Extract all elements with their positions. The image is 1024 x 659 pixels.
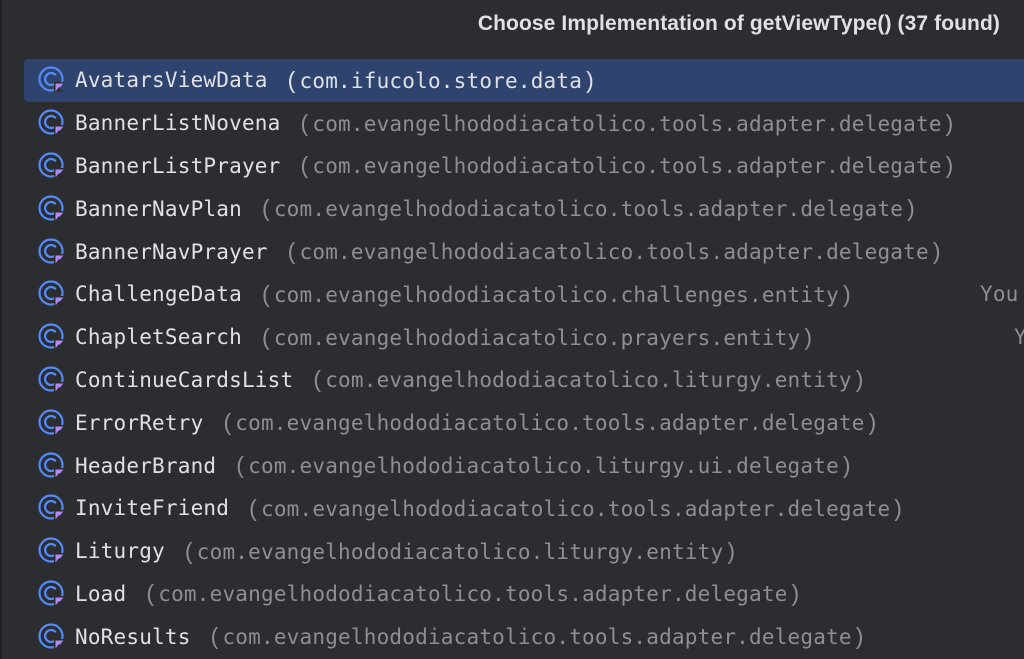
kotlin-class-icon — [37, 322, 67, 352]
kotlin-class-icon — [37, 194, 67, 224]
class-name: AvatarsViewData — [75, 68, 268, 93]
kotlin-class-icon — [37, 451, 67, 481]
implementation-list-item[interactable]: BannerNavPrayer (com.evangelhododiacatol… — [24, 230, 1024, 273]
kotlin-class-icon — [37, 493, 67, 523]
implementation-list-item[interactable]: Load (com.evangelhododiacatolico.tools.a… — [24, 573, 1024, 616]
package-text: com.evangelhododiacatolico.liturgy.ui.de… — [248, 454, 839, 479]
package-text: com.evangelhododiacatolico.tools.adapter… — [158, 582, 788, 607]
implementation-list-item[interactable]: BannerListNovena (com.evangelhododiacato… — [24, 102, 1024, 145]
package-name: (com.evangelhododiacatolico.tools.adapte… — [249, 494, 903, 521]
package-name: (com.evangelhododiacatolico.tools.adapte… — [223, 409, 877, 436]
package-name: (com.evangelhododiacatolico.liturgy.enti… — [184, 537, 736, 564]
implementation-list-item[interactable]: BannerNavPlan (com.evangelhododiacatolic… — [24, 187, 1024, 230]
package-text: com.evangelhododiacatolico.prayers.entit… — [273, 325, 801, 350]
popup-left-edge — [0, 0, 2, 659]
kotlin-class-icon — [37, 151, 67, 181]
kotlin-class-icon — [37, 622, 67, 652]
kotlin-class-icon — [37, 536, 67, 566]
kotlin-class-icon — [37, 365, 67, 395]
package-name: (com.ifucolo.store.data) — [287, 66, 594, 93]
class-name: BannerNavPlan — [75, 196, 242, 221]
package-name: (com.evangelhododiacatolico.liturgy.ui.d… — [236, 452, 851, 479]
class-name: ChapletSearch — [75, 325, 242, 350]
class-name: BannerListPrayer — [75, 153, 281, 178]
package-name: (com.evangelhododiacatolico.tools.adapte… — [210, 623, 864, 650]
package-text: com.evangelhododiacatolico.tools.adapter… — [312, 111, 942, 136]
package-name: (com.evangelhododiacatolico.tools.adapte… — [261, 195, 915, 222]
kotlin-class-icon — [37, 579, 67, 609]
class-name: Load — [75, 581, 127, 606]
class-name: ErrorRetry — [75, 410, 204, 435]
class-name: BannerListNovena — [75, 111, 281, 136]
implementation-list[interactable]: AvatarsViewData (com.ifucolo.store.data)… — [24, 59, 1024, 658]
package-name: (com.evangelhododiacatolico.liturgy.enti… — [313, 366, 864, 393]
class-name: Liturgy — [75, 539, 165, 564]
location-hint: You — [980, 282, 1019, 307]
kotlin-class-icon — [37, 237, 67, 267]
kotlin-class-icon — [37, 408, 67, 438]
package-name: (com.evangelhododiacatolico.challenges.e… — [261, 280, 851, 307]
implementation-list-item[interactable]: ChapletSearch (com.evangelhododiacatolic… — [24, 316, 1024, 359]
package-text: com.evangelhododiacatolico.tools.adapter… — [235, 411, 865, 436]
choose-implementation-popup: Choose Implementation of getViewType() (… — [0, 0, 1024, 659]
package-text: com.evangelhododiacatolico.liturgy.entit… — [196, 539, 724, 564]
implementation-list-item[interactable]: NoResults (com.evangelhododiacatolico.to… — [24, 615, 1024, 658]
implementation-list-item[interactable]: InviteFriend (com.evangelhododiacatolico… — [24, 487, 1024, 530]
kotlin-class-icon — [37, 108, 67, 138]
class-name: ContinueCardsList — [75, 367, 294, 392]
class-name: HeaderBrand — [75, 453, 217, 478]
class-name: ChallengeData — [75, 282, 242, 307]
implementation-list-item[interactable]: AvatarsViewData (com.ifucolo.store.data) — [24, 59, 1024, 102]
package-text: com.evangelhododiacatolico.liturgy.entit… — [325, 368, 852, 393]
implementation-list-item[interactable]: ContinueCardsList (com.evangelhododiacat… — [24, 359, 1024, 402]
package-text: com.evangelhododiacatolico.tools.adapter… — [222, 625, 852, 650]
package-name: (com.evangelhododiacatolico.tools.adapte… — [146, 580, 800, 607]
implementation-list-item[interactable]: ChallengeData (com.evangelhododiacatolic… — [24, 273, 1024, 316]
location-hint: Y — [1014, 325, 1024, 350]
package-text: com.evangelhododiacatolico.challenges.en… — [273, 282, 839, 307]
implementation-list-item[interactable]: Liturgy (com.evangelhododiacatolico.litu… — [24, 530, 1024, 573]
package-text: com.evangelhododiacatolico.tools.adapter… — [299, 240, 929, 265]
implementation-list-item[interactable]: ErrorRetry (com.evangelhododiacatolico.t… — [24, 401, 1024, 444]
implementation-list-item[interactable]: BannerListPrayer (com.evangelhododiacato… — [24, 145, 1024, 188]
class-name: InviteFriend — [75, 496, 230, 521]
package-name: (com.evangelhododiacatolico.prayers.enti… — [261, 323, 813, 350]
package-text: com.ifucolo.store.data — [299, 68, 583, 93]
package-name: (com.evangelhododiacatolico.tools.adapte… — [300, 109, 954, 136]
class-name: NoResults — [75, 624, 191, 649]
package-text: com.evangelhododiacatolico.tools.adapter… — [260, 496, 891, 521]
popup-title: Choose Implementation of getViewType() (… — [477, 12, 1000, 35]
implementation-list-item[interactable]: HeaderBrand (com.evangelhododiacatolico.… — [24, 444, 1024, 487]
kotlin-class-icon — [37, 65, 67, 95]
package-text: com.evangelhododiacatolico.tools.adapter… — [273, 197, 904, 222]
class-name: BannerNavPrayer — [75, 239, 268, 264]
kotlin-class-icon — [37, 279, 67, 309]
package-name: (com.evangelhododiacatolico.tools.adapte… — [300, 152, 954, 179]
package-name: (com.evangelhododiacatolico.tools.adapte… — [287, 238, 941, 265]
package-text: com.evangelhododiacatolico.tools.adapter… — [312, 154, 942, 179]
